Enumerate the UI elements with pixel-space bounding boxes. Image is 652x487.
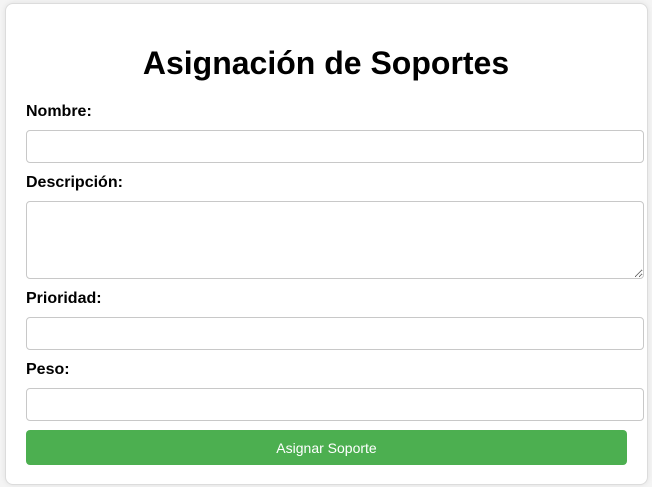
descripcion-label: Descripción: <box>26 174 123 191</box>
nombre-input[interactable] <box>26 130 644 163</box>
asignar-soporte-button[interactable]: Asignar Soporte <box>26 430 627 465</box>
descripcion-textarea[interactable] <box>26 201 644 279</box>
peso-label: Peso: <box>26 361 70 378</box>
form-card: Asignación de Soportes Nombre: Descripci… <box>5 3 648 485</box>
prioridad-label: Prioridad: <box>26 290 102 307</box>
page-title: Asignación de Soportes <box>142 45 510 81</box>
prioridad-input[interactable] <box>26 317 644 350</box>
nombre-label: Nombre: <box>26 103 92 120</box>
peso-input[interactable] <box>26 388 644 421</box>
